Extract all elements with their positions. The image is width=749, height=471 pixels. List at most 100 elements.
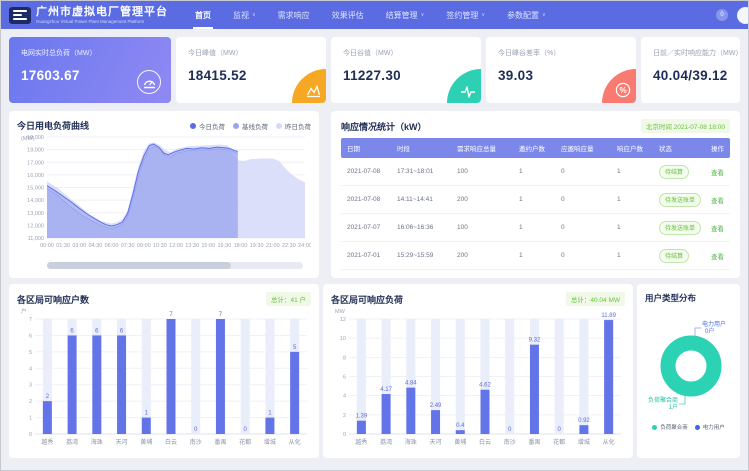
legend-item[interactable]: 基线负荷 xyxy=(233,121,268,131)
table-cell: 查看 xyxy=(705,223,730,233)
notification-badge[interactable]: 0 xyxy=(716,9,728,21)
table-cell: 0 xyxy=(555,168,611,175)
legend-item[interactable]: 昨日负荷 xyxy=(276,121,311,131)
svg-text:增城: 增城 xyxy=(264,438,276,446)
svg-text:南沙: 南沙 xyxy=(190,438,202,446)
svg-text:11.89: 11.89 xyxy=(601,313,616,319)
legend-dot xyxy=(695,425,700,430)
legend-item[interactable]: 电力用户 xyxy=(695,423,725,431)
svg-text:7: 7 xyxy=(29,317,32,323)
top-navbar: 广州市虚拟电厂管理平台 Guangzhou Virtual Power Plan… xyxy=(1,1,748,29)
dashboard-screen: 广州市虚拟电厂管理平台 Guangzhou Virtual Power Plan… xyxy=(0,0,749,471)
svg-text:荔湾: 荔湾 xyxy=(66,438,78,446)
panel-title: 响应情况统计（kW） xyxy=(341,120,427,133)
kpi-row: 电网实时总负荷（MW） 17603.67 今日峰值（MW） 18415.52 今… xyxy=(9,37,740,103)
svg-text:从化: 从化 xyxy=(289,438,301,446)
table-cell: 1 xyxy=(611,196,653,203)
svg-text:0户: 0户 xyxy=(705,327,714,335)
view-link[interactable]: 查看 xyxy=(711,198,724,205)
table-row: 2021-07-0817:31~18:01100101待结算查看 xyxy=(341,158,730,186)
kpi-label: 日前／实时响应能力（MW） xyxy=(653,48,728,58)
district-users-panel: 各区局可响应户数 总计：41 户 01234567户2越秀6荔湾6海珠6天河1黄… xyxy=(9,284,319,458)
table-cell: 待发送账单 xyxy=(653,221,705,235)
chevron-down-icon: ∨ xyxy=(542,12,546,18)
svg-text:15,000: 15,000 xyxy=(27,186,44,192)
peak-chart-icon xyxy=(306,84,321,98)
nav-item-1[interactable]: 监视∨ xyxy=(222,1,267,29)
svg-text:01:30: 01:30 xyxy=(56,243,70,249)
total-users-badge: 总计：41 户 xyxy=(266,292,311,306)
table-cell: 100 xyxy=(451,224,513,231)
legend-item[interactable]: 负荷聚合商 xyxy=(652,423,688,431)
kpi-label: 今日峰谷差率（%） xyxy=(498,48,624,58)
user-type-legend: 负荷聚合商电力用户 xyxy=(645,423,732,431)
percent-icon: % xyxy=(615,82,631,98)
total-load-badge: 总计：40.04 MW xyxy=(566,292,625,306)
svg-text:负荷聚合商: 负荷聚合商 xyxy=(648,396,678,404)
kpi-value: 40.04/39.12 xyxy=(653,68,728,83)
chevron-down-icon: ∨ xyxy=(252,12,256,18)
table-cell: 0 xyxy=(555,252,611,259)
district-users-chart: 01234567户2越秀6荔湾6海珠6天河1黄埔7白云0南沙7番禺0花都1增城5… xyxy=(17,306,311,450)
load-curve-chart: 11,00012,00013,00014,00015,00016,00017,0… xyxy=(17,132,311,254)
table-cell: 0 xyxy=(555,224,611,231)
svg-text:0: 0 xyxy=(343,432,346,438)
table-cell: 2021-07-07 xyxy=(341,224,391,231)
table-row: 2021-07-0716:06~16:36100101待发送账单查看 xyxy=(341,214,730,242)
load-curve-panel: 今日用电负荷曲线 今日负荷基线负荷昨日负荷 11,00012,00013,000… xyxy=(9,111,319,278)
svg-text:6: 6 xyxy=(343,375,346,381)
chart-zoom-slider[interactable] xyxy=(47,262,303,269)
svg-text:4: 4 xyxy=(29,366,32,372)
load-curve-legend: 今日负荷基线负荷昨日负荷 xyxy=(190,121,311,131)
table-cell: 1 xyxy=(513,168,555,175)
status-badge: 待结算 xyxy=(659,249,689,263)
table-cell: 100 xyxy=(451,168,513,175)
svg-text:6: 6 xyxy=(29,333,32,339)
svg-text:19:30: 19:30 xyxy=(250,243,264,249)
table-cell: 200 xyxy=(451,252,513,259)
legend-item[interactable]: 今日负荷 xyxy=(190,121,225,131)
svg-text:07:30: 07:30 xyxy=(121,243,135,249)
column-header: 时段 xyxy=(391,143,451,153)
svg-text:1户: 1户 xyxy=(669,403,678,411)
chevron-down-icon: ∨ xyxy=(481,12,485,18)
nav-item-4[interactable]: 结算管理∨ xyxy=(375,1,436,29)
avatar[interactable] xyxy=(737,7,749,24)
svg-text:24:00: 24:00 xyxy=(298,243,311,249)
svg-text:7: 7 xyxy=(169,312,173,318)
table-cell: 1 xyxy=(611,252,653,259)
svg-text:花都: 花都 xyxy=(239,438,251,446)
legend-dot xyxy=(276,123,282,129)
user-type-donut: 电力用户0户负荷聚合商1户 xyxy=(645,304,734,422)
nav-item-0[interactable]: 首页 xyxy=(184,1,222,29)
view-link[interactable]: 查看 xyxy=(711,226,724,233)
table-row: 2021-07-0115:29~15:59200101待结算查看 xyxy=(341,242,730,270)
nav-item-6[interactable]: 参数配置∨ xyxy=(496,1,557,29)
view-link[interactable]: 查看 xyxy=(711,170,724,177)
app-subtitle: Guangzhou Virtual Power Plant Management… xyxy=(36,19,168,24)
table-cell: 查看 xyxy=(705,251,730,261)
table-cell: 2021-07-08 xyxy=(341,168,391,175)
view-link[interactable]: 查看 xyxy=(711,254,724,261)
response-table-body: 2021-07-0817:31~18:01100101待结算查看2021-07-… xyxy=(341,158,730,270)
kpi-label: 今日峰值（MW） xyxy=(188,48,314,58)
kpi-value: 11227.30 xyxy=(343,68,469,83)
column-header: 响应户数 xyxy=(611,143,653,153)
kpi-value: 18415.52 xyxy=(188,68,314,83)
svg-text:4.62: 4.62 xyxy=(479,383,491,389)
nav-item-2[interactable]: 需求响应 xyxy=(267,1,321,29)
column-header: 日期 xyxy=(341,143,391,153)
district-load-chart: 024681012MW1.39越秀4.17荔湾4.84海珠2.49天河0.4黄埔… xyxy=(331,306,625,450)
svg-text:12:00: 12:00 xyxy=(169,243,183,249)
table-cell: 17:31~18:01 xyxy=(391,168,451,175)
kpi-card-peak-valley-rate: 今日峰谷差率（%） 39.03 % xyxy=(486,37,636,103)
svg-text:南沙: 南沙 xyxy=(504,438,516,446)
svg-text:12: 12 xyxy=(340,317,346,323)
svg-text:00:00: 00:00 xyxy=(40,243,54,249)
kpi-card-today-peak: 今日峰值（MW） 18415.52 xyxy=(176,37,326,103)
table-cell: 查看 xyxy=(705,167,730,177)
nav-item-3[interactable]: 效果评估 xyxy=(321,1,375,29)
nav-item-5[interactable]: 签约管理∨ xyxy=(435,1,496,29)
app-title: 广州市虚拟电厂管理平台 xyxy=(36,6,168,19)
svg-text:海珠: 海珠 xyxy=(405,438,417,446)
